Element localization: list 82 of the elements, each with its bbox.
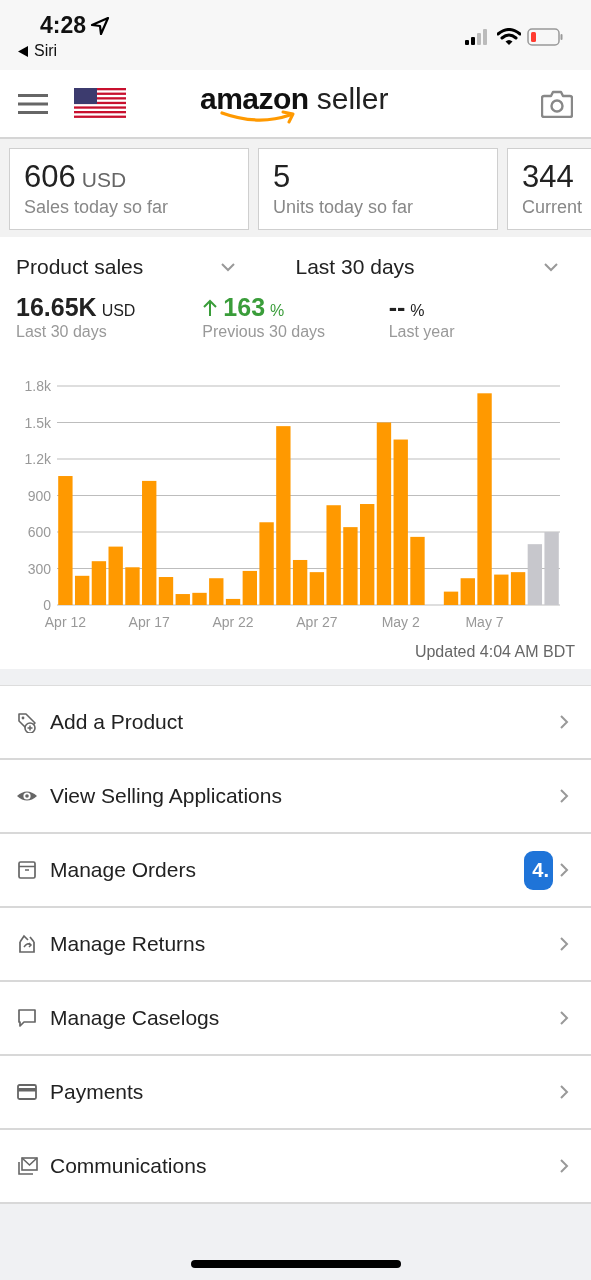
kpi-value: 5 bbox=[273, 159, 291, 195]
wifi-icon bbox=[497, 28, 521, 46]
axis-label: 600 bbox=[27, 524, 51, 540]
axis-label: 1.8k bbox=[24, 378, 51, 394]
axis-label: Apr 27 bbox=[296, 614, 338, 630]
menu-label: Manage Caselogs bbox=[50, 1006, 220, 1030]
menu-item[interactable]: Add a Product bbox=[0, 686, 591, 760]
menu-item[interactable]: Payments bbox=[0, 1056, 591, 1130]
flag-icon[interactable] bbox=[74, 87, 126, 120]
kpi-card[interactable]: 344 Current bbox=[507, 148, 591, 230]
kpi-label: Units today so far bbox=[273, 197, 415, 218]
chevron-right-icon bbox=[559, 936, 569, 952]
chevron-right-icon bbox=[559, 1158, 569, 1174]
kpi-value: 606 bbox=[24, 159, 76, 195]
metric-label: Last 30 days bbox=[16, 323, 108, 341]
kpi-value: 344 bbox=[522, 159, 574, 195]
kpi-label: Current bbox=[522, 197, 584, 218]
axis-label: Apr 22 bbox=[212, 614, 254, 630]
kpi-unit: USD bbox=[81, 168, 127, 192]
kpi-card[interactable]: 606 USD Sales today so far bbox=[9, 148, 249, 230]
camera-icon[interactable] bbox=[541, 89, 573, 118]
bar bbox=[410, 536, 425, 605]
location-arrow-icon bbox=[90, 15, 111, 36]
credit-card-icon bbox=[16, 1081, 38, 1103]
chevron-down-icon bbox=[543, 262, 559, 272]
back-triangle-icon[interactable] bbox=[18, 45, 28, 57]
axis-label: Apr 12 bbox=[44, 614, 87, 630]
axis-label: 0 bbox=[43, 597, 51, 613]
menu-label: Communications bbox=[50, 1154, 207, 1178]
dropdown[interactable]: Last 30 days bbox=[295, 255, 575, 279]
axis-label: 1.2k bbox=[24, 451, 51, 467]
bar bbox=[494, 574, 509, 605]
menu-item[interactable]: Communications bbox=[0, 1130, 591, 1204]
logo-product: seller bbox=[316, 84, 389, 114]
bar bbox=[192, 592, 207, 605]
bar bbox=[125, 567, 140, 605]
menu-label: Manage Returns bbox=[50, 932, 206, 956]
menu-icon[interactable] bbox=[18, 92, 48, 115]
metric-value: 163 bbox=[223, 293, 266, 322]
clock-time: 4:28 bbox=[40, 12, 87, 39]
back-link[interactable]: Siri bbox=[34, 42, 58, 60]
chevron-right-icon bbox=[559, 1010, 569, 1026]
axis-label: May 2 bbox=[381, 614, 420, 630]
box-icon bbox=[16, 859, 38, 881]
battery-icon bbox=[527, 28, 563, 46]
axis-label: 1.5k bbox=[24, 414, 51, 431]
axis-label: 300 bbox=[27, 560, 51, 577]
axis-label: 900 bbox=[27, 487, 51, 504]
chevron-down-icon bbox=[219, 262, 236, 272]
menu-item[interactable]: Manage Caselogs bbox=[0, 982, 591, 1056]
envelope-icon bbox=[16, 1155, 38, 1177]
axis-label: May 7 bbox=[465, 614, 504, 630]
menu-label: Manage Orders bbox=[50, 858, 196, 882]
metric-unit: % bbox=[270, 302, 285, 320]
metric-value: 16.65K bbox=[16, 293, 97, 322]
dropdown[interactable]: Product sales bbox=[16, 255, 296, 279]
axis-label: Apr 17 bbox=[128, 614, 170, 630]
up-arrow-icon bbox=[202, 299, 219, 317]
menu-label: View Selling Applications bbox=[50, 784, 282, 808]
logo-brand: amazon bbox=[200, 84, 309, 114]
metric-label: Last year bbox=[388, 323, 456, 341]
chat-bubble-icon bbox=[16, 1007, 38, 1029]
menu-item[interactable]: Manage Returns bbox=[0, 908, 591, 982]
chevron-right-icon bbox=[559, 1084, 569, 1100]
menu-label: Add a Product bbox=[50, 710, 184, 734]
menu-item[interactable]: Manage Orders 4. bbox=[0, 834, 591, 908]
chevron-right-icon bbox=[559, 788, 569, 804]
metric-unit: % bbox=[410, 302, 425, 320]
kpi-card[interactable]: 5 Units today so far bbox=[258, 148, 498, 230]
bar bbox=[108, 546, 123, 605]
return-box-icon bbox=[16, 933, 38, 955]
menu-label: Payments bbox=[50, 1080, 144, 1104]
metric-value: -- bbox=[388, 293, 406, 322]
kpi-label: Sales today so far bbox=[24, 197, 170, 218]
chevron-right-icon bbox=[559, 714, 569, 730]
menu-item[interactable]: View Selling Applications bbox=[0, 760, 591, 834]
metric-label: Previous 30 days bbox=[202, 323, 327, 341]
updated-time: Updated 4:04 AM BDT bbox=[414, 643, 575, 661]
chevron-right-icon bbox=[559, 862, 569, 878]
tag-plus-icon bbox=[16, 711, 38, 733]
metric-unit: USD bbox=[101, 302, 136, 320]
count-badge: 4. bbox=[524, 850, 553, 890]
